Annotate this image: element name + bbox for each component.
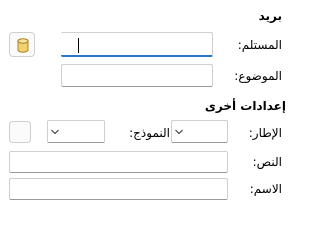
form-label: النموذج: xyxy=(129,126,170,140)
color-swatch-button[interactable] xyxy=(9,121,31,143)
text-label: النص: xyxy=(252,155,282,169)
other-settings-heading: إعدادات أخرى xyxy=(204,99,286,113)
database-icon xyxy=(17,38,29,53)
frame-dropdown[interactable] xyxy=(171,120,228,143)
name-label: الاسم: xyxy=(249,182,282,196)
form-dropdown[interactable] xyxy=(47,120,105,143)
text-caret xyxy=(78,38,79,53)
text-input[interactable] xyxy=(9,151,228,173)
chevron-down-icon xyxy=(51,129,59,134)
recipient-input[interactable] xyxy=(61,32,213,57)
subject-input[interactable] xyxy=(61,64,213,87)
name-input[interactable] xyxy=(9,178,228,200)
address-book-button[interactable] xyxy=(9,32,35,57)
mail-section-heading: بريد xyxy=(258,9,282,23)
recipient-label: المستلم: xyxy=(237,38,282,52)
subject-label: الموضوع: xyxy=(234,69,282,83)
frame-label: الإطار: xyxy=(248,126,282,140)
chevron-down-icon xyxy=(175,129,183,134)
